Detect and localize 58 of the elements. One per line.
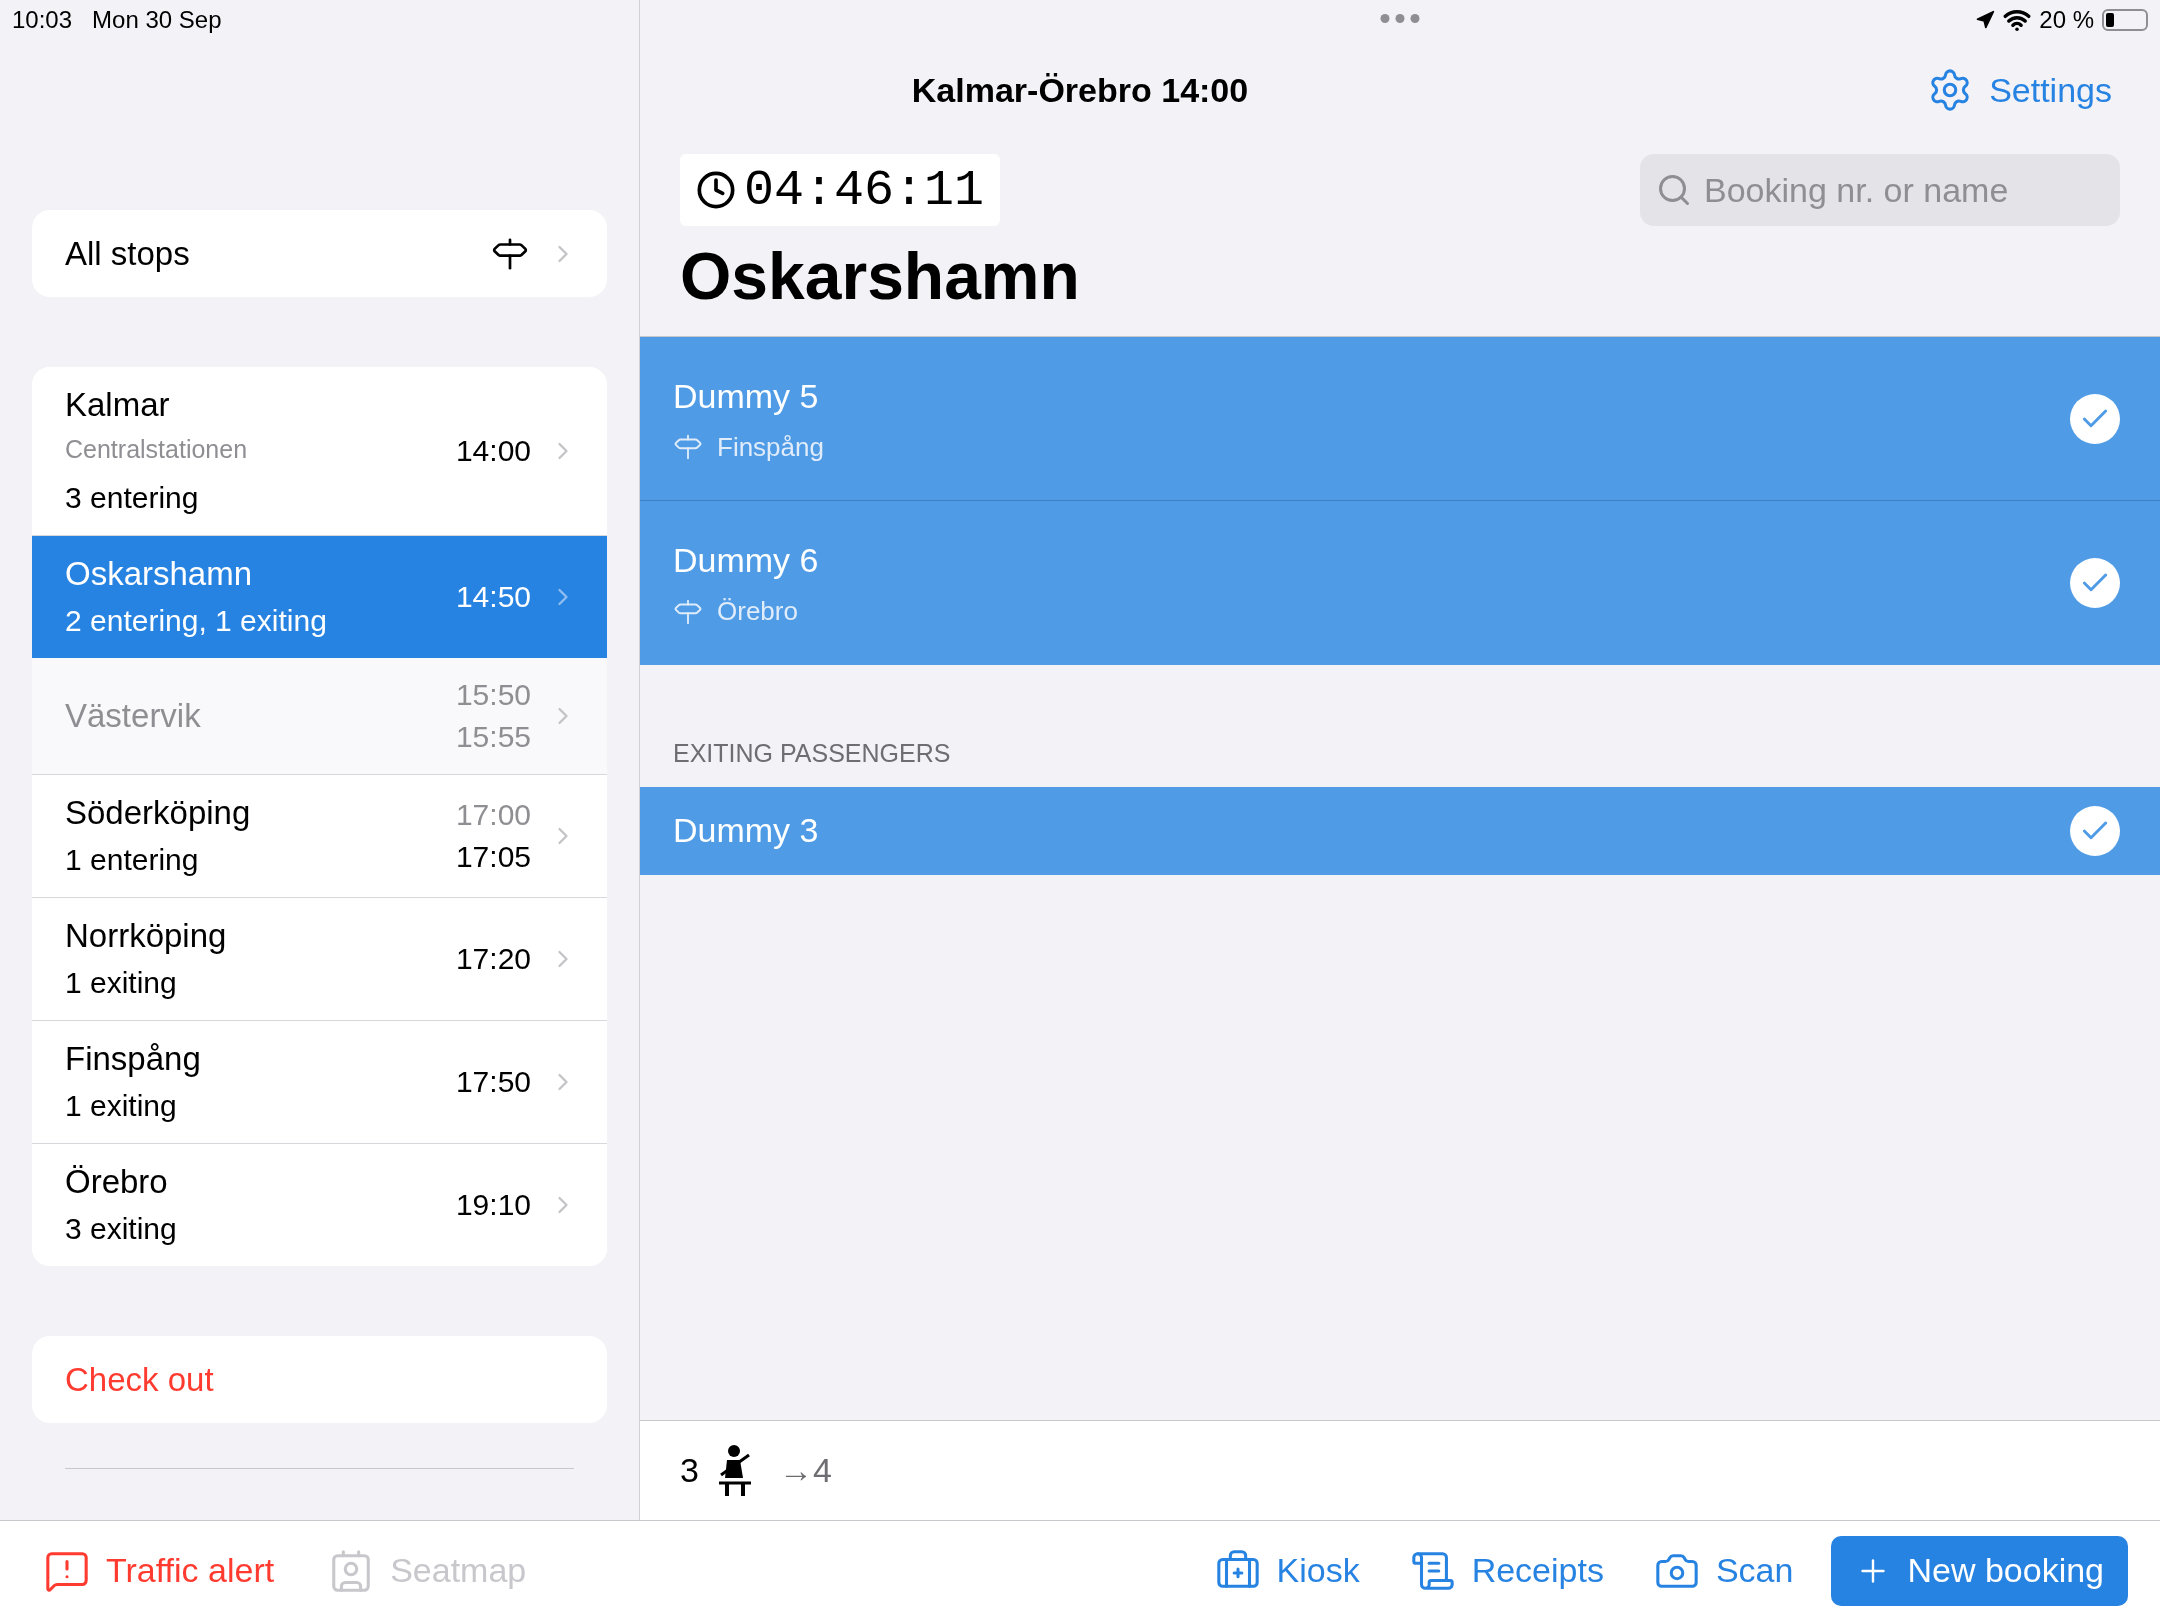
toolbar-button[interactable]: Receipts [1397, 1535, 1616, 1606]
stop-name: Finspång [65, 1039, 202, 1079]
toolbar-button[interactable]: Kiosk [1202, 1535, 1372, 1606]
battery-icon [2102, 9, 2148, 31]
stop-status: 2 entering, 1 exiting [65, 603, 328, 639]
stop-name: Örebro [65, 1162, 169, 1202]
stop-name: Kalmar [65, 385, 171, 425]
stop-time: 17:50 [455, 1064, 531, 1100]
stop-time: 15:55 [455, 719, 531, 755]
passenger-row[interactable]: Dummy 5 Finspång [640, 337, 2160, 501]
stop-status: 3 entering [65, 480, 200, 516]
section-heading: EXITING PASSENGERS [672, 738, 952, 769]
stop-status: 1 exiting [65, 965, 178, 1001]
stop-time: 14:00 [455, 433, 531, 469]
passenger-name: Dummy 3 [673, 810, 820, 851]
stop-time: 14:50 [455, 579, 531, 615]
stop-name: Söderköping [65, 793, 252, 833]
location-arrow-icon [1975, 10, 1996, 30]
passenger-destination: Finspång [717, 430, 824, 464]
countdown-timer: 04:46:11 [680, 154, 1001, 226]
check-out-button[interactable]: Check out [32, 1336, 607, 1423]
passenger-name: Dummy 6 [673, 540, 820, 581]
stop-row[interactable]: Oskarshamn 2 entering, 1 exiting 14:50 [32, 536, 607, 658]
stop-name: Oskarshamn [65, 554, 254, 594]
status-date: Mon 30 Sep [92, 5, 222, 35]
stop-name: Västervik [65, 696, 202, 736]
passenger-name: Dummy 5 [673, 375, 820, 417]
stop-status: 1 exiting [65, 1088, 178, 1124]
stop-time: 17:20 [455, 941, 531, 977]
stop-time: 15:50 [455, 677, 531, 713]
seated-person-icon [716, 1444, 753, 1497]
next-count: →4 [778, 1450, 832, 1491]
stop-time: 17:05 [455, 839, 531, 875]
stop-time: 17:00 [455, 797, 531, 833]
trip-title: Kalmar-Örebro 14:00 [911, 69, 1249, 111]
stop-status: 3 exiting [65, 1211, 178, 1247]
passenger-row[interactable]: Dummy 3 [640, 786, 2160, 875]
search-field[interactable]: Booking nr. or name [1640, 154, 2120, 226]
passenger-row[interactable]: Dummy 6 Örebro [640, 501, 2160, 665]
stop-status: 1 entering [65, 842, 200, 878]
toolbar-button[interactable]: Traffic alert [32, 1535, 287, 1606]
more-dots-icon[interactable] [1380, 14, 1420, 23]
all-stops-row[interactable]: All stops [32, 210, 607, 297]
stop-row[interactable]: Västervik 15:50 15:55 [32, 658, 607, 775]
clock-icon [696, 170, 736, 210]
stop-subtitle: Centralstationen [65, 434, 249, 465]
status-time: 10:03 [12, 5, 73, 35]
search-icon [1656, 172, 1692, 208]
stop-name: Norrköping [65, 916, 228, 956]
toolbar-button[interactable]: Scan [1641, 1535, 1806, 1606]
new-booking-button[interactable]: New booking [1831, 1535, 2128, 1606]
passenger-destination: Örebro [717, 595, 798, 628]
signpost-icon [673, 432, 703, 462]
stop-heading: Oskarshamn [679, 238, 1081, 315]
seat-count: 3 [680, 1450, 699, 1491]
battery-percent: 20 % [2039, 5, 2094, 35]
stop-time: 19:10 [455, 1187, 531, 1223]
settings-button[interactable]: Settings [1927, 64, 2112, 116]
